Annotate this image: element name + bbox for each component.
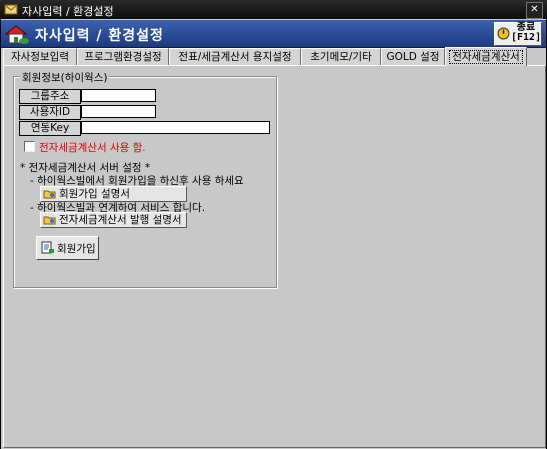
join-button-label: 회원가입	[57, 243, 96, 255]
user-id-input[interactable]	[81, 105, 156, 118]
issue-guide-button[interactable]: 전자세금계산서 발행 설명서	[40, 212, 187, 228]
tab-paper-settings[interactable]: 전표/세금계산서 용지설정	[169, 48, 301, 65]
join-guide-label: 회원가입 설명서	[59, 188, 130, 200]
document-folder-icon	[43, 216, 56, 225]
window-title: 자사입력 / 환경설정	[22, 5, 114, 18]
issue-guide-label: 전자세금계산서 발행 설명서	[59, 214, 182, 226]
main-window: 자사입력 / 환경설정 종료 [F12] 자사정보입력 프로그램환경설정 전표/…	[1, 19, 546, 449]
group-title: 회원정보(하이웍스)	[20, 70, 110, 85]
window-close-button[interactable]: ✕	[526, 2, 543, 19]
tab-memo-etc[interactable]: 초기메모/기타	[301, 48, 381, 65]
tab-label: 프로그램환경설정	[84, 51, 162, 63]
tab-label: GOLD 설정	[386, 51, 440, 63]
group-address-label: 그룹주소	[19, 89, 81, 104]
settings-tabs: 자사정보입력 프로그램환경설정 전표/세금계산서 용지설정 초기메모/기타 GO…	[1, 47, 546, 66]
tab-e-tax-invoice[interactable]: 전자세금계산서	[445, 47, 527, 66]
exit-label-line2: [F12]	[511, 32, 542, 43]
header-bar: 자사입력 / 환경설정 종료 [F12]	[1, 20, 546, 48]
exit-button[interactable]: 종료 [F12]	[494, 22, 542, 46]
exit-power-icon	[497, 27, 510, 40]
document-folder-icon	[43, 190, 56, 199]
tab-program-settings[interactable]: 프로그램환경설정	[77, 48, 169, 65]
e-tax-invoice-panel: 회원정보(하이웍스) 그룹주소 사용자ID 연동Key 전자세금계산서 사용 함…	[3, 65, 546, 448]
exit-label: 종료 [F12]	[511, 23, 541, 43]
house-logo-icon	[4, 25, 29, 44]
tab-label: 초기메모/기타	[310, 51, 372, 63]
tab-company-info[interactable]: 자사정보입력	[3, 48, 77, 65]
use-einvoice-checkbox[interactable]	[24, 141, 35, 152]
join-button[interactable]: 회원가입	[36, 236, 99, 260]
tab-label: 자사정보입력	[11, 51, 69, 63]
group-address-input[interactable]	[81, 89, 156, 102]
page-title: 자사입력 / 환경설정	[35, 28, 164, 44]
link-key-input[interactable]	[81, 121, 270, 134]
tab-gold-settings[interactable]: GOLD 설정	[381, 48, 445, 65]
member-info-group: 회원정보(하이웍스) 그룹주소 사용자ID 연동Key 전자세금계산서 사용 함…	[13, 70, 277, 288]
link-key-label: 연동Key	[19, 121, 81, 136]
user-id-label: 사용자ID	[19, 105, 81, 120]
app-icon	[4, 4, 18, 15]
window-titlebar: 자사입력 / 환경설정 ✕	[0, 0, 547, 19]
use-einvoice-label[interactable]: 전자세금계산서 사용 함.	[39, 140, 146, 155]
tab-label: 전표/세금계산서 용지설정	[178, 51, 292, 63]
tab-label: 전자세금계산서	[449, 50, 523, 64]
join-form-icon	[41, 241, 54, 254]
